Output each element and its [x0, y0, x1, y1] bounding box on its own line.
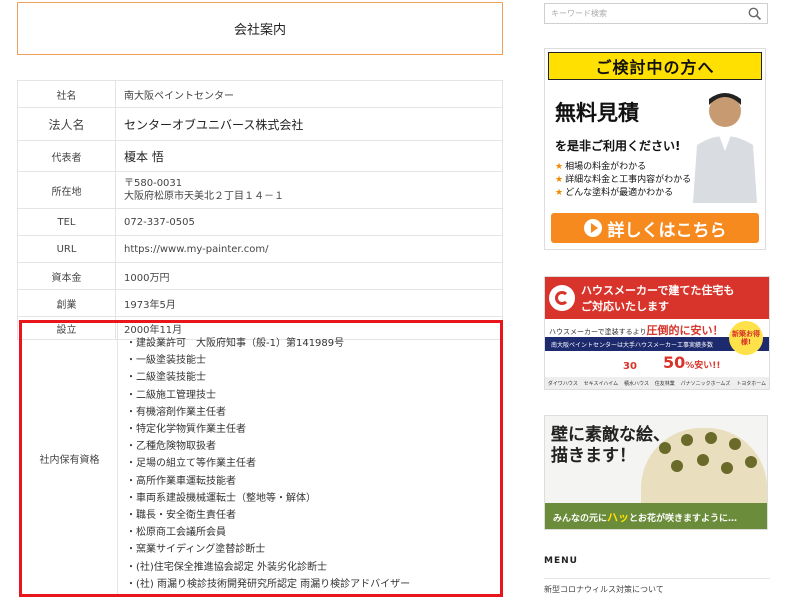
table-row: 創業 1973年5月: [17, 289, 503, 317]
wall-art-banner[interactable]: 壁に素敵な絵、 描きます！ みんなの元にハッとお花が咲きますように…: [544, 415, 768, 530]
banner-caption: みんなの元にハッとお花が咲きますように…: [553, 509, 737, 525]
list-item: 窯業サイディング塗替診断士: [126, 541, 410, 558]
list-item: (社)住宅保全推進協会認定 外装劣化診断士: [126, 559, 410, 576]
list-item: 松原商工会議所会員: [126, 524, 410, 541]
mural-dot: [745, 456, 757, 468]
list-item: 足場の組立て等作業主任者: [126, 455, 410, 472]
discount-suffix: %安い!!: [685, 361, 721, 371]
house-maker-banner[interactable]: ハウスメーカーで建てた住宅も ご対応いたします ハウスメーカーで塗装するより圧倒…: [544, 276, 770, 390]
banner-headline: 無料見積: [555, 101, 639, 125]
details-button-label: 詳しくはこちら: [607, 220, 727, 241]
mural-dot: [697, 454, 709, 466]
row-label: 代表者: [17, 140, 116, 172]
table-row: 社名 南大阪ペイントセンター: [17, 80, 503, 108]
banner-title-2: 描きます！: [551, 446, 636, 466]
qualifications-label: 社内保有資格: [39, 455, 100, 466]
table-row: 所在地 〒580-0031 大阪府松原市天美北２丁目１４－１: [17, 171, 503, 209]
list-item: どんな塗料が最適かわかる: [555, 187, 691, 200]
table-row: 資本金 1000万円: [17, 262, 503, 290]
maker-logo: セキスイハイム: [583, 380, 619, 387]
table-row: TEL 072-337-0505: [17, 208, 503, 236]
new-badge: 新築お得様!: [729, 321, 763, 355]
tagline-bold: 圧倒的に安い！: [646, 324, 724, 337]
mural-dot: [681, 434, 693, 446]
list-item: 二級塗装技能士: [126, 369, 410, 386]
caption-a: みんなの元に: [553, 514, 608, 524]
banner-subline: を是非ご利用ください!: [555, 139, 681, 153]
search-button[interactable]: [747, 6, 763, 22]
play-arrow-icon: [583, 219, 602, 237]
banner-bullets: 相場の料金がわかる 詳細な料金と工事内容がわかる どんな塗料が最適かわかる: [555, 161, 691, 200]
row-value: 榎本 悟: [115, 140, 503, 172]
maker-logo: ダイワハウス: [547, 380, 578, 387]
search-box: [544, 3, 768, 24]
list-item: 二級施工管理技士: [126, 387, 410, 404]
list-item: 相場の料金がわかる: [555, 161, 691, 174]
menu-title: MENU: [544, 556, 578, 566]
table-row: 法人名 センターオブユニバース株式会社: [17, 107, 503, 141]
divider: [117, 323, 118, 594]
table-row: URL https://www.my-painter.com/: [17, 235, 503, 263]
maker-logo: トヨタホーム: [736, 380, 767, 387]
mural-dot: [729, 438, 741, 450]
list-item: 車両系建設機械運転士（整地等・解体）: [126, 490, 410, 507]
row-label: 社名: [17, 80, 116, 108]
caption-c: とお花が咲きますように…: [629, 514, 738, 524]
list-item: 特定化学物質作業主任者: [126, 421, 410, 438]
list-item: 詳細な料金と工事内容がわかる: [555, 174, 691, 187]
menu-item-covid[interactable]: 新型コロナウィルス対策について: [544, 584, 664, 595]
list-item: (社) 雨漏り検診技術開発研究所認定 雨漏り検診アドバイザー: [126, 576, 410, 593]
maker-logo: 住友林業: [654, 380, 675, 387]
list-item: 建設業許可 大阪府知事（般-1）第141989号: [126, 335, 410, 352]
list-item: 高所作業車運転技能者: [126, 473, 410, 490]
company-logo-icon: [549, 285, 575, 311]
row-value: 1973年5月: [115, 289, 503, 317]
list-item: 有機溶剤作業主任者: [126, 404, 410, 421]
banner-line-1: ハウスメーカーで建てた住宅も: [581, 284, 735, 297]
divider: [544, 578, 770, 579]
table-row: 代表者 榎本 悟: [17, 140, 503, 172]
row-label: 資本金: [17, 262, 116, 290]
qualifications-block: 社内保有資格 建設業許可 大阪府知事（般-1）第141989号 一級塗装技能士 …: [19, 320, 503, 597]
row-value: 南大阪ペイントセンター: [115, 80, 503, 108]
row-label: TEL: [17, 208, 116, 236]
banner-heading: ご検討中の方へ: [548, 52, 762, 80]
banner-header: ハウスメーカーで建てた住宅も ご対応いたします: [545, 277, 769, 319]
row-value: 1000万円: [115, 262, 503, 290]
discount-percent: 50: [663, 353, 686, 372]
list-item: 職長・安全衛生責任者: [126, 507, 410, 524]
maker-logo: パナソニックホームズ: [680, 380, 731, 387]
caption-b: ハッ: [607, 511, 630, 524]
banner-tagline: ハウスメーカーで塗装するより圧倒的に安い！: [549, 322, 723, 338]
search-icon: [748, 7, 762, 21]
free-estimate-banner[interactable]: ご検討中の方へ 無料見積 を是非ご利用ください! 相場の料金がわかる 詳細な料金…: [544, 48, 766, 250]
details-button[interactable]: 詳しくはこちら: [551, 213, 759, 243]
mural-dot: [705, 432, 717, 444]
page-title: 会社案内: [17, 2, 503, 55]
row-label: URL: [17, 235, 116, 263]
banner-line-2: ご対応いたします: [581, 300, 669, 313]
row-value: 072-337-0505: [115, 208, 503, 236]
row-value: 〒580-0031 大阪府松原市天美北２丁目１４－１: [115, 171, 503, 209]
row-value: センターオブユニバース株式会社: [115, 107, 503, 141]
maker-logos: ダイワハウス セキスイハイム 積水ハウス 住友林業 パナソニックホームズ トヨタ…: [545, 377, 769, 389]
thirty-label: 30: [623, 361, 637, 372]
staff-photo: [693, 93, 757, 203]
discount-label: 50%安い!!: [663, 353, 721, 372]
row-label: 法人名: [17, 107, 116, 141]
list-item: 一級塗装技能士: [126, 352, 410, 369]
postal-code: 〒580-0031: [124, 178, 183, 189]
row-label: 創業: [17, 289, 116, 317]
mural-dot: [721, 462, 733, 474]
company-info-table: 社名 南大阪ペイントセンター 法人名 センターオブユニバース株式会社 代表者 榎…: [17, 80, 503, 340]
qualifications-list: 建設業許可 大阪府知事（般-1）第141989号 一級塗装技能士 二級塗装技能士…: [126, 335, 410, 593]
tagline-prefix: ハウスメーカーで塗装するより: [549, 328, 647, 336]
address: 大阪府松原市天美北２丁目１４－１: [124, 191, 284, 202]
list-item: 乙種危険物取扱者: [126, 438, 410, 455]
row-label: 所在地: [17, 171, 116, 209]
row-value: https://www.my-painter.com/: [115, 235, 503, 263]
maker-logo: 積水ハウス: [623, 380, 649, 387]
search-input[interactable]: [545, 4, 746, 23]
mural-dot: [671, 460, 683, 472]
